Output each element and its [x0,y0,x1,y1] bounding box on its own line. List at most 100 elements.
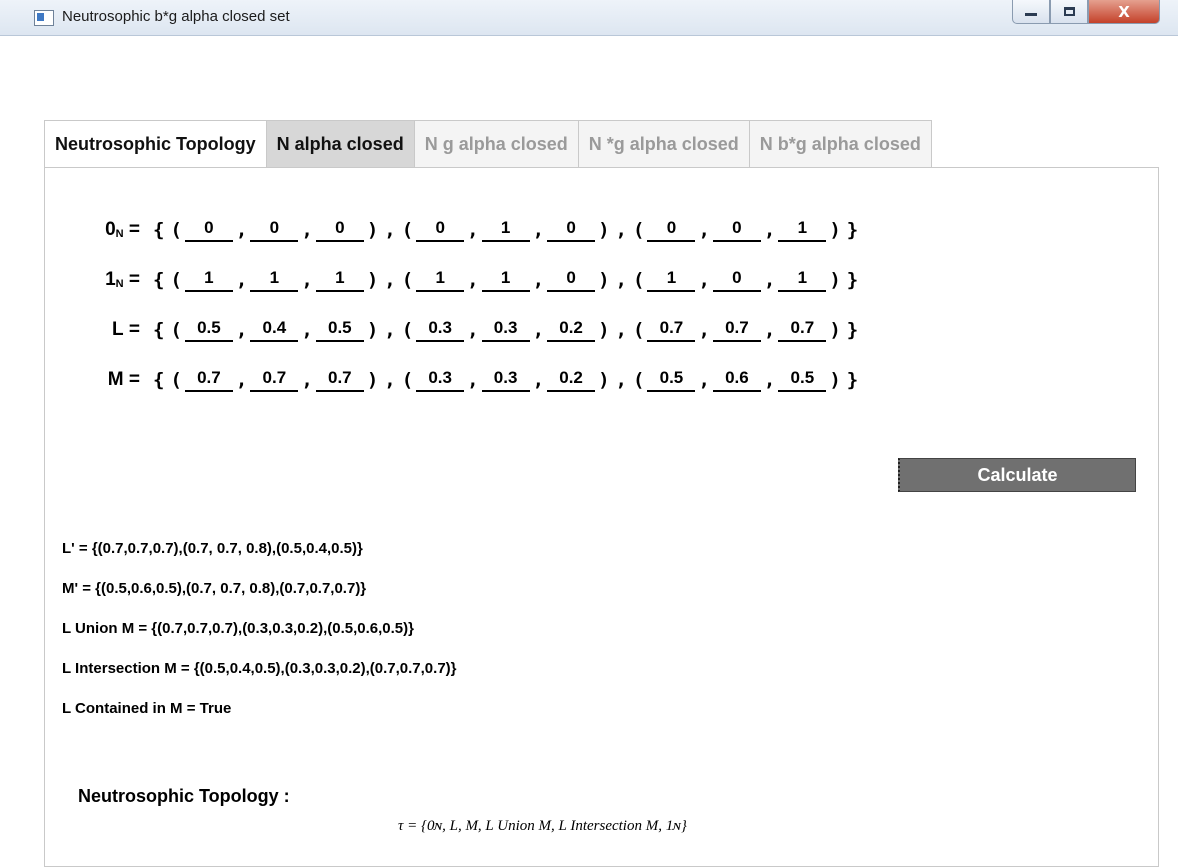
membership-value-field[interactable]: 0.2 [547,318,596,342]
membership-value-field[interactable]: 1 [647,268,696,292]
membership-value-field[interactable]: 0 [712,218,761,242]
punctuation: , [301,269,313,291]
membership-value-field[interactable]: 0 [184,218,233,242]
membership-value-field[interactable]: 0 [712,268,761,292]
membership-value-field[interactable]: 1 [250,268,299,292]
membership-value-field[interactable]: 0.4 [250,318,299,342]
membership-value-field[interactable]: 0.5 [647,368,696,392]
membership-value-field[interactable]: 0.5 [315,318,364,342]
punctuation: ( [632,319,645,341]
minimize-button[interactable] [1012,0,1050,24]
membership-value-field[interactable]: 0.2 [547,368,596,392]
tab-n-star-g-alpha-closed[interactable]: N *g alpha closed [578,120,750,168]
punctuation: ( [401,369,414,391]
tab-strip: Neutrosophic Topology N alpha closed N g… [44,120,932,169]
punctuation: , [763,219,776,241]
punctuation: , [532,369,545,391]
punctuation: , [235,369,248,391]
punctuation: , [532,319,545,341]
membership-value-field[interactable]: 1 [184,268,233,292]
tab-n-g-alpha-closed[interactable]: N g alpha closed [414,120,579,168]
punctuation: , [763,319,776,341]
punctuation: , [467,269,479,291]
membership-value-field[interactable]: 1 [315,268,364,292]
set-name: 1 [105,269,116,290]
window-titlebar[interactable]: Neutrosophic b*g alpha closed set X [0,0,1178,36]
set-label: 1N = [0,269,150,291]
punctuation: } [846,219,859,241]
punctuation: ) [598,369,610,391]
punctuation: , [235,269,248,291]
membership-value-field[interactable]: 0.6 [712,368,761,392]
punctuation: , [301,219,313,241]
punctuation: , [235,319,248,341]
membership-value-field[interactable]: 0.5 [184,318,233,342]
set-name: L [112,319,124,340]
window-title: Neutrosophic b*g alpha closed set [62,8,290,25]
membership-value-field[interactable]: 0.7 [250,368,299,392]
membership-value-field[interactable]: 1 [778,218,827,242]
punctuation: ( [632,269,645,291]
membership-value-field[interactable]: 0 [250,218,299,242]
membership-value-field[interactable]: 0.3 [416,318,465,342]
punctuation: ( [632,219,645,241]
punctuation: , [467,319,479,341]
membership-value-field[interactable]: 1 [481,268,530,292]
punctuation: , [301,319,313,341]
topology-formula: τ = {0ɴ, L, M, L Union M, L Intersection… [398,818,687,834]
punctuation: , [384,219,396,241]
membership-value-field[interactable]: 0 [547,268,596,292]
set-name: 0 [105,219,116,240]
close-icon: X [1118,2,1130,21]
calculate-button[interactable]: Calculate [898,458,1136,492]
punctuation: ) [598,269,610,291]
punctuation: } [846,319,859,341]
set-row: L ={(0.5, 0.4, 0.5),(0.3, 0.3, 0.2),(0.7, 0.7… [0,312,861,348]
punctuation: ) [829,369,841,391]
punctuation: , [384,319,396,341]
set-label: 0N = [0,219,150,241]
punctuation: , [615,319,627,341]
membership-value-field[interactable]: 0.3 [481,368,530,392]
punctuation: } [846,369,859,391]
punctuation: ( [401,319,414,341]
tab-n-alpha-closed[interactable]: N alpha closed [266,120,415,168]
membership-value-field[interactable]: 0.7 [315,368,364,392]
punctuation: ( [170,269,182,291]
membership-value-field[interactable]: 0.7 [712,318,761,342]
membership-value-field[interactable]: 0.7 [184,368,233,392]
m-complement-result: M' = {(0.5,0.6,0.5),(0.7, 0.7, 0.8),(0.7… [62,580,367,597]
membership-value-field[interactable]: 1 [416,268,465,292]
membership-value-field[interactable]: 1 [481,218,530,242]
punctuation: ( [170,369,182,391]
set-label: M = [0,369,150,391]
maximize-button[interactable] [1050,0,1088,24]
punctuation: , [698,269,710,291]
membership-value-field[interactable]: 0 [315,218,364,242]
punctuation: , [532,219,545,241]
set-row: 0N ={(0, 0, 0),(0, 1, 0),(0, 0, 1)} [0,212,861,248]
membership-value-field[interactable]: 1 [778,268,827,292]
punctuation: , [384,369,396,391]
punctuation: , [467,369,479,391]
punctuation: ) [366,269,379,291]
punctuation: { [153,319,165,341]
equals-sign: = [123,369,140,390]
maximize-icon [1063,7,1075,16]
set-row: M ={(0.7, 0.7, 0.7),(0.3, 0.3, 0.2),(0.5, 0.6… [0,362,861,398]
membership-value-field[interactable]: 0 [416,218,465,242]
tab-n-b-star-g-alpha-closed[interactable]: N b*g alpha closed [749,120,932,168]
membership-value-field[interactable]: 0.3 [481,318,530,342]
punctuation: { [153,369,165,391]
punctuation: { [153,269,165,291]
membership-value-field[interactable]: 0 [547,218,596,242]
punctuation: , [615,369,627,391]
union-result: L Union M = {(0.7,0.7,0.7),(0.3,0.3,0.2)… [62,620,414,637]
tab-neutrosophic-topology[interactable]: Neutrosophic Topology [44,120,267,169]
membership-value-field[interactable]: 0.7 [647,318,696,342]
membership-value-field[interactable]: 0.5 [778,368,827,392]
membership-value-field[interactable]: 0.7 [778,318,827,342]
close-button[interactable]: X [1088,0,1160,24]
membership-value-field[interactable]: 0 [647,218,696,242]
membership-value-field[interactable]: 0.3 [416,368,465,392]
